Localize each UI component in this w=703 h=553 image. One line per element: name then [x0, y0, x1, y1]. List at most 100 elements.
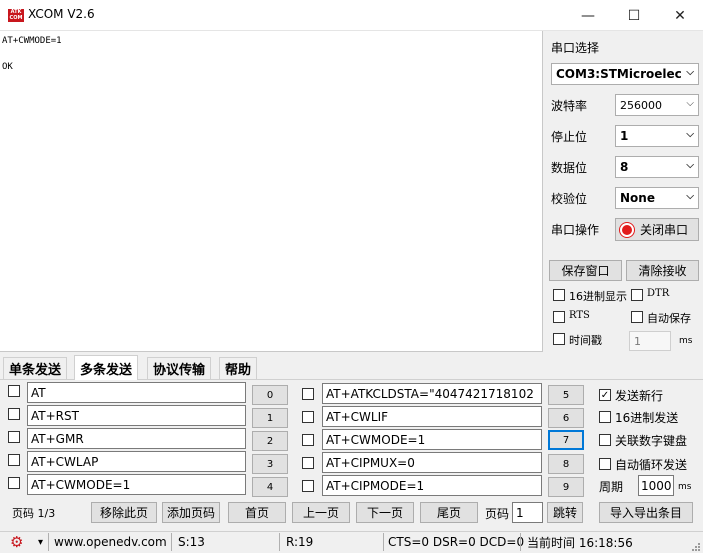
auto-loop-label: 自动循环发送 [615, 458, 688, 472]
page-number-input[interactable]: 1 [512, 502, 543, 523]
last-page-button[interactable]: 尾页 [420, 502, 478, 523]
stop-bits-value: 1 [620, 129, 629, 143]
next-page-button[interactable]: 下一页 [356, 502, 414, 523]
receive-text-area[interactable]: AT+CWMODE=1 OK [0, 31, 543, 352]
multisend-input-3[interactable]: AT+CWLAP [27, 451, 246, 472]
status-separator [48, 533, 49, 551]
status-separator [279, 533, 280, 551]
baud-select[interactable]: 256000 ⌵ [615, 94, 699, 116]
dtr-label: DTR [647, 288, 670, 299]
jump-button[interactable]: 跳转 [547, 502, 583, 523]
multisend-input-6[interactable]: AT+CWLIF [322, 406, 542, 427]
app-logo-icon: ATK COM [8, 9, 24, 22]
multisend-input-7[interactable]: AT+CWMODE=1 [322, 429, 542, 450]
multisend-input-1[interactable]: AT+RST [27, 405, 246, 426]
send-button-9[interactable]: 9 [548, 477, 584, 497]
send-button-0[interactable]: 0 [252, 385, 288, 405]
maximize-button[interactable]: ☐ [611, 0, 657, 31]
send-button-5[interactable]: 5 [548, 385, 584, 405]
port-status-icon [620, 222, 634, 237]
window-title: XCOM V2.6 [28, 7, 95, 21]
multisend-checkbox-6[interactable] [302, 411, 314, 423]
send-button-7[interactable]: 7 [548, 430, 584, 450]
multisend-input-0[interactable]: AT [27, 382, 246, 403]
first-page-button[interactable]: 首页 [228, 502, 286, 523]
timestamp-checkbox[interactable] [553, 333, 565, 345]
hex-send-label: 16进制发送 [615, 411, 679, 425]
status-separator [171, 533, 172, 551]
multisend-checkbox-3[interactable] [8, 454, 20, 466]
multisend-input-2[interactable]: AT+GMR [27, 428, 246, 449]
prev-page-button[interactable]: 上一页 [292, 502, 350, 523]
received-count: R:19 [286, 535, 314, 549]
website-link[interactable]: www.openedv.com [54, 534, 167, 550]
timestamp-input[interactable]: 1 [629, 331, 671, 351]
rts-label: RTS [569, 310, 590, 321]
dtr-checkbox[interactable] [631, 289, 643, 301]
data-bits-select[interactable]: 8 ⌵ [615, 156, 699, 178]
parity-value: None [620, 191, 655, 205]
gear-icon[interactable]: ⚙ [10, 533, 23, 551]
port-select[interactable]: COM3:STMicroelec ⌵ [551, 63, 699, 85]
resize-grip-icon[interactable] [691, 541, 701, 551]
close-button[interactable]: ✕ [657, 0, 703, 31]
save-window-button[interactable]: 保存窗口 [549, 260, 622, 281]
data-bits-label: 数据位 [551, 161, 588, 175]
port-operation-label: 串口操作 [551, 223, 600, 237]
status-separator [520, 533, 521, 551]
auto-loop-checkbox[interactable] [599, 458, 611, 470]
tab-protocol[interactable]: 协议传输 [147, 357, 212, 379]
minimize-button[interactable]: — [565, 0, 611, 31]
remove-page-button[interactable]: 移除此页 [91, 502, 157, 523]
multisend-checkbox-1[interactable] [8, 408, 20, 420]
chevron-down-icon: ⌵ [686, 129, 694, 140]
period-input[interactable]: 1000 [638, 475, 674, 496]
timestamp-label: 时间戳 [569, 334, 602, 347]
multisend-checkbox-4[interactable] [8, 477, 20, 489]
send-button-1[interactable]: 1 [252, 408, 288, 428]
send-newline-checkbox[interactable]: ✓ [599, 389, 611, 401]
tab-single-send[interactable]: 单条发送 [3, 357, 68, 379]
multisend-checkbox-8[interactable] [302, 457, 314, 469]
multisend-input-5[interactable]: AT+ATKCLDSTA="4047421718102 [322, 383, 542, 404]
chevron-down-icon[interactable]: ▾ [38, 534, 43, 550]
send-button-8[interactable]: 8 [548, 454, 584, 474]
rts-checkbox[interactable] [553, 311, 565, 323]
import-export-button[interactable]: 导入导出条目 [599, 502, 693, 523]
multisend-checkbox-9[interactable] [302, 480, 314, 492]
multisend-checkbox-2[interactable] [8, 431, 20, 443]
auto-save-label: 自动保存 [647, 312, 691, 325]
send-button-6[interactable]: 6 [548, 408, 584, 428]
check-icon: ✓ [600, 389, 610, 401]
tab-help[interactable]: 帮助 [219, 357, 258, 379]
parity-select[interactable]: None ⌵ [615, 187, 699, 209]
chevron-down-icon: ⌵ [686, 160, 694, 171]
multisend-input-4[interactable]: AT+CWMODE=1 [27, 474, 246, 495]
add-page-button[interactable]: 添加页码 [162, 502, 220, 523]
hex-display-checkbox[interactable] [553, 289, 565, 301]
multisend-checkbox-0[interactable] [8, 385, 20, 397]
tab-multi-send[interactable]: 多条发送 [74, 355, 139, 380]
send-button-4[interactable]: 4 [252, 477, 288, 497]
hex-send-checkbox[interactable] [599, 411, 611, 423]
multisend-input-9[interactable]: AT+CIPMODE=1 [322, 475, 542, 496]
stop-bits-select[interactable]: 1 ⌵ [615, 125, 699, 147]
current-time: 当前时间 16:18:56 [527, 535, 633, 550]
page-field-label: 页码 [485, 507, 510, 521]
multisend-checkbox-7[interactable] [302, 434, 314, 446]
stop-bits-label: 停止位 [551, 130, 588, 144]
status-separator [383, 533, 384, 551]
close-port-button[interactable]: 关闭串口 [615, 218, 699, 241]
link-keypad-checkbox[interactable] [599, 434, 611, 446]
clear-receive-button[interactable]: 清除接收 [626, 260, 699, 281]
close-port-label: 关闭串口 [640, 223, 689, 237]
chevron-down-icon: ⌵ [686, 67, 694, 78]
line-status: CTS=0 DSR=0 DCD=0 [388, 535, 525, 549]
auto-save-checkbox[interactable] [631, 311, 643, 323]
send-button-3[interactable]: 3 [252, 454, 288, 474]
chevron-down-icon: ⌵ [686, 98, 694, 109]
link-keypad-label: 关联数字键盘 [615, 434, 688, 448]
send-button-2[interactable]: 2 [252, 431, 288, 451]
multisend-checkbox-5[interactable] [302, 388, 314, 400]
multisend-input-8[interactable]: AT+CIPMUX=0 [322, 452, 542, 473]
